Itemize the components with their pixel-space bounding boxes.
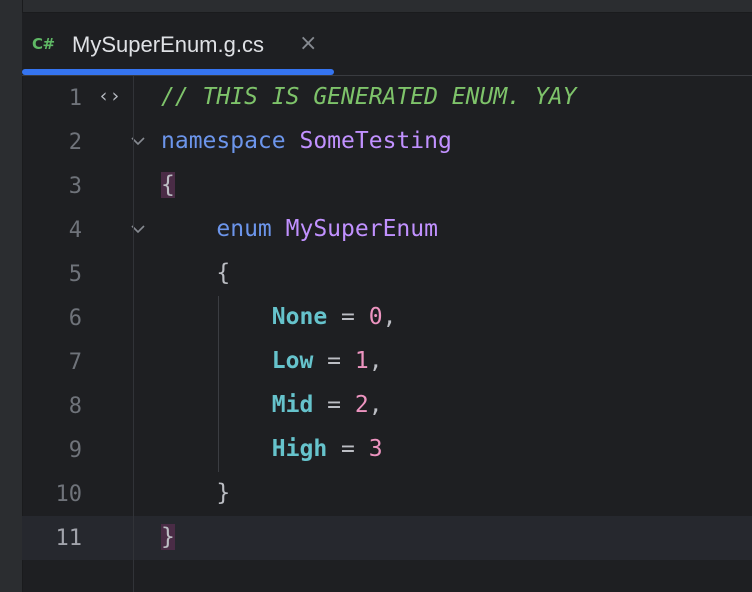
code-text[interactable]: { xyxy=(161,260,230,286)
code-token: = xyxy=(327,436,369,462)
code-line-6[interactable]: 6 None = 0, xyxy=(22,296,752,340)
line-number[interactable]: 7 xyxy=(22,350,82,375)
code-token: namespace xyxy=(161,128,286,154)
line-number[interactable]: 10 xyxy=(22,482,83,507)
code-token: { xyxy=(161,172,175,198)
code-token: 0 xyxy=(368,304,383,330)
code-line-3[interactable]: 3{ xyxy=(22,164,752,208)
code-line-9[interactable]: 9 High = 3 xyxy=(22,428,752,472)
line-number[interactable]: 6 xyxy=(22,306,82,331)
gutter-divider xyxy=(133,76,134,592)
code-text[interactable]: } xyxy=(161,480,230,506)
code-text[interactable]: enum MySuperEnum xyxy=(161,216,438,242)
code-token: High xyxy=(271,436,328,462)
line-number[interactable]: 2 xyxy=(22,130,82,155)
code-line-1[interactable]: 1 ‹› // THIS IS GENERATED ENUM. YAY xyxy=(22,76,752,120)
code-token: , xyxy=(368,348,383,374)
indent-guide xyxy=(218,296,219,472)
code-token: SomeTesting xyxy=(299,128,452,154)
code-token: } xyxy=(161,480,231,506)
code-structure-icon[interactable]: ‹› xyxy=(98,85,121,107)
code-editor[interactable]: 1 ‹› // THIS IS GENERATED ENUM. YAY 2 namesp… xyxy=(22,76,752,592)
code-text[interactable]: // THIS IS GENERATED ENUM. YAY xyxy=(161,84,576,110)
line-number[interactable]: 4 xyxy=(22,218,82,243)
close-icon[interactable]: × xyxy=(299,31,317,56)
code-token: Mid xyxy=(271,392,314,418)
code-line-2[interactable]: 2 namespace SomeTesting xyxy=(22,120,752,164)
code-text[interactable]: None = 0, xyxy=(161,304,397,330)
code-token: 2 xyxy=(354,392,369,418)
code-text[interactable]: High = 3 xyxy=(161,436,383,462)
active-tab-indicator xyxy=(22,69,334,75)
csharp-icon: C# xyxy=(32,35,55,53)
line-number[interactable]: 1 xyxy=(22,86,82,111)
editor-window: C# MySuperEnum.g.cs × 1 ‹› // THIS IS GENE… xyxy=(0,0,752,592)
code-text[interactable]: namespace SomeTesting xyxy=(161,128,452,154)
code-token: } xyxy=(161,524,175,550)
code-token: = xyxy=(313,348,355,374)
code-line-11[interactable]: 11} xyxy=(22,516,752,560)
top-toolbar-strip xyxy=(0,0,752,13)
code-token: = xyxy=(313,392,355,418)
code-text[interactable]: Mid = 2, xyxy=(161,392,383,418)
code-text[interactable]: Low = 1, xyxy=(161,348,383,374)
code-token: MySuperEnum xyxy=(285,216,438,242)
line-number[interactable]: 9 xyxy=(22,438,82,463)
code-line-5[interactable]: 5 { xyxy=(22,252,752,296)
code-token: 3 xyxy=(368,436,383,462)
left-tool-strip xyxy=(0,0,23,592)
code-text[interactable]: { xyxy=(161,172,175,198)
line-number[interactable]: 5 xyxy=(22,262,82,287)
line-number[interactable]: 11 xyxy=(22,526,83,551)
code-token: Low xyxy=(271,348,314,374)
code-line-8[interactable]: 8 Mid = 2, xyxy=(22,384,752,428)
code-token: None xyxy=(271,304,328,330)
code-line-7[interactable]: 7 Low = 1, xyxy=(22,340,752,384)
code-token: { xyxy=(161,260,231,286)
code-token: // THIS IS GENERATED ENUM. YAY xyxy=(161,84,577,110)
code-text[interactable]: } xyxy=(161,524,175,550)
code-token: = xyxy=(327,304,369,330)
code-line-4[interactable]: 4 enum MySuperEnum xyxy=(22,208,752,252)
editor-tab-bar: C# MySuperEnum.g.cs × xyxy=(22,13,752,76)
code-token: , xyxy=(368,392,383,418)
code-token: enum xyxy=(216,216,272,242)
code-token: 1 xyxy=(354,348,369,374)
line-number[interactable]: 8 xyxy=(22,394,82,419)
editor-tab[interactable]: C# MySuperEnum.g.cs × xyxy=(22,13,334,75)
code-line-10[interactable]: 10 } xyxy=(22,472,752,516)
code-token: , xyxy=(382,304,397,330)
tab-title[interactable]: MySuperEnum.g.cs xyxy=(72,32,264,58)
line-number[interactable]: 3 xyxy=(22,174,82,199)
